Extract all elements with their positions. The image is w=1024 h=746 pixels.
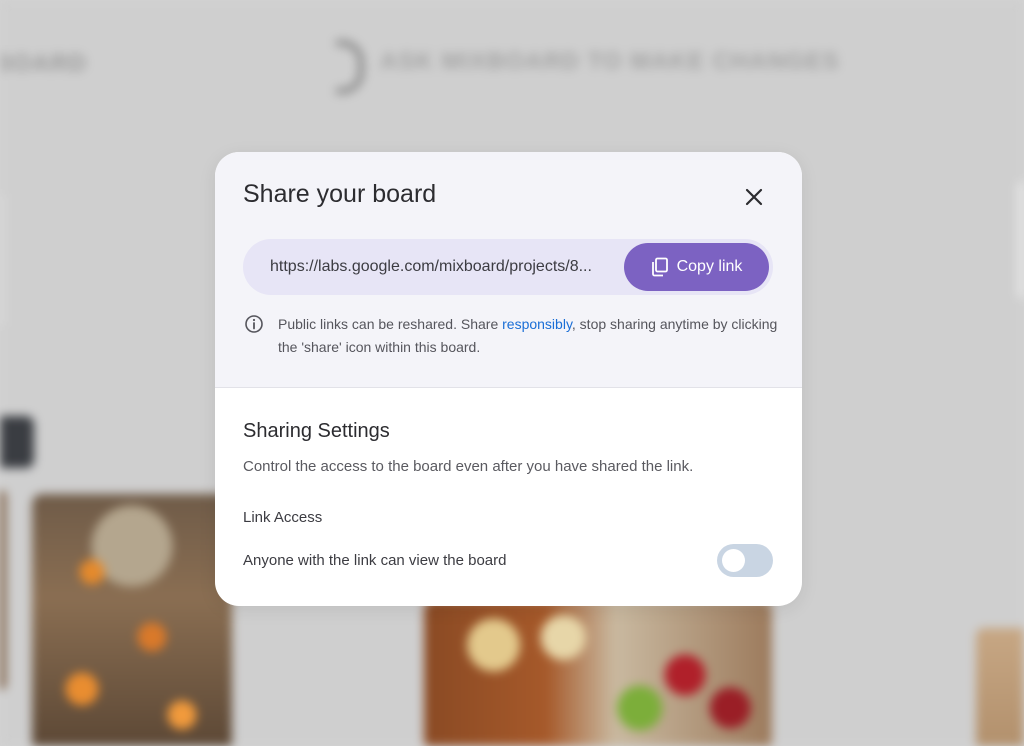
copy-icon — [651, 257, 668, 277]
link-access-label: Link Access — [243, 509, 323, 526]
close-icon — [745, 188, 763, 206]
sharing-settings-section: Sharing Settings Control the access to t… — [215, 388, 802, 606]
share-link-section: Share your board https://labs.google.com… — [215, 152, 802, 388]
view-access-label: Anyone with the link can view the board — [243, 552, 507, 569]
notice-text-start: Public links can be reshared. Share — [278, 316, 503, 332]
background-image-tile — [424, 600, 772, 746]
toggle-knob — [722, 549, 745, 572]
sharing-settings-description: Control the access to the board even aft… — [243, 458, 694, 475]
background-image-tile — [0, 490, 6, 690]
info-icon — [245, 315, 263, 333]
background-image-tile — [32, 494, 232, 746]
background-prompt-heading: ASK MIXBOARD TO MAKE CHANGES — [380, 48, 840, 75]
share-link-field[interactable]: https://labs.google.com/mixboard/project… — [243, 239, 773, 295]
dialog-title: Share your board — [243, 180, 437, 208]
share-link-url[interactable]: https://labs.google.com/mixboard/project… — [270, 258, 592, 276]
responsibly-link[interactable]: responsibly — [502, 316, 572, 332]
sharing-settings-title: Sharing Settings — [243, 420, 390, 442]
reshare-notice-text: Public links can be reshared. Share resp… — [278, 313, 778, 359]
view-access-toggle[interactable] — [717, 544, 773, 577]
background-side-panel — [0, 190, 2, 330]
background-toolbar-chip — [0, 416, 34, 468]
background-side-panel-right — [1018, 180, 1024, 300]
copy-link-label: Copy link — [676, 258, 743, 275]
share-dialog: Share your board https://labs.google.com… — [215, 152, 802, 606]
background-heading-left: BOARD — [0, 50, 87, 77]
background-image-tile — [976, 628, 1024, 746]
mixboard-logo-icon — [336, 40, 364, 94]
copy-link-button[interactable]: Copy link — [624, 243, 769, 291]
close-button[interactable] — [739, 182, 769, 212]
